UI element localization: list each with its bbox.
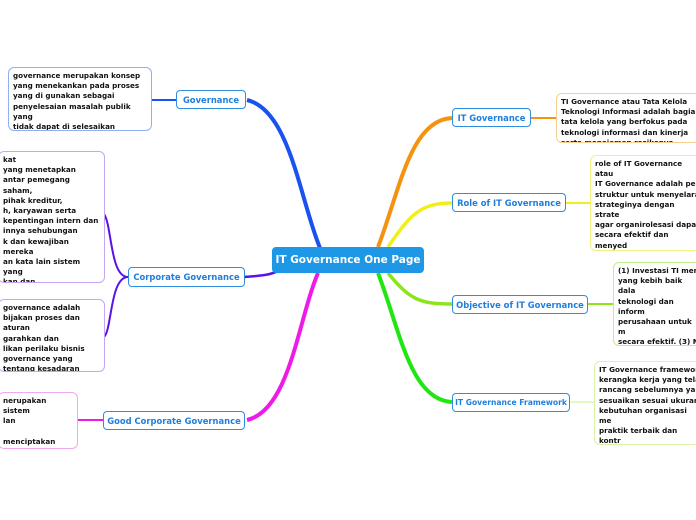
link-it-governance-framework [376, 272, 453, 404]
topic-it-governance[interactable]: IT Governance [452, 108, 531, 127]
note-it-governance-framework: IT Governance framewor kerangka kerja ya… [594, 361, 696, 445]
topic-it-governance-framework[interactable]: IT Governance Framework [452, 393, 570, 412]
topic-corporate-governance[interactable]: Corporate Governance [128, 267, 245, 287]
note-corporate-governance-2: governance adalah bijakan proses dan atu… [0, 299, 105, 372]
link-role-of-it-governance [386, 201, 453, 248]
topic-role-of-it-governance[interactable]: Role of IT Governance [452, 193, 566, 212]
note-governance: governance merupakan konsep yang menekan… [8, 67, 152, 131]
topic-governance[interactable]: Governance [176, 90, 246, 109]
central-topic[interactable]: IT Governance One Page [272, 247, 424, 273]
link-governance [246, 98, 322, 249]
link-good-corporate-governance [246, 272, 320, 422]
link-corporate-note-2 [103, 276, 129, 338]
topic-good-corporate-governance[interactable]: Good Corporate Governance [103, 411, 245, 430]
note-objective-of-it-governance: (1) Investasi TI men yang kebih baik dal… [613, 262, 696, 346]
topic-objective-of-it-governance[interactable]: Objective of IT Governance [452, 295, 588, 314]
link-objective-of-it-governance [386, 271, 453, 306]
note-good-corporate-governance: nerupakan sistem lan menciptakan nilai d… [0, 392, 78, 449]
link-corporate-note-1 [103, 213, 129, 278]
note-corporate-governance-1: kat yang menetapkan antar pemegang saham… [0, 151, 105, 283]
note-it-governance: TI Governance atau Tata Kelola Teknologi… [556, 93, 696, 143]
link-it-governance [376, 116, 453, 248]
note-role-of-it-governance: role of IT Governance atau IT Governance… [590, 155, 696, 251]
